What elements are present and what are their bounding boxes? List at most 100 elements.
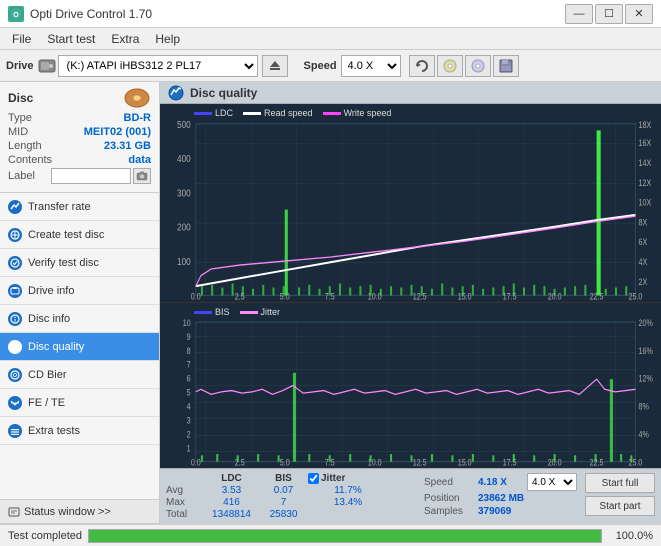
close-button[interactable]: ✕ [625,4,653,24]
stats-panel: LDC BIS Jitter Avg 3.53 0.07 11.7% [160,468,661,524]
avg-bis: 0.07 [261,485,306,496]
disc-image [123,88,151,108]
svg-text:GB: GB [630,301,641,302]
samples-value: 379069 [478,506,538,517]
sidebar-item-verify-test-disc[interactable]: Verify test disc [0,249,159,277]
quality-header-icon [168,85,184,101]
svg-text:14X: 14X [639,158,652,168]
sidebar-item-drive-info[interactable]: Drive info [0,277,159,305]
disc-info-icon [8,312,22,326]
legend-jitter: Jitter [240,307,281,317]
verify-test-disc-label: Verify test disc [28,257,99,269]
bis-header: BIS [261,473,306,484]
position-value: 23862 MB [478,493,538,504]
drive-selector[interactable]: (K:) ATAPI iHBS312 2 PL17 [58,55,258,77]
legend-jitter-color [240,311,258,314]
svg-text:GB: GB [630,467,640,468]
svg-text:200: 200 [177,222,191,234]
svg-text:4%: 4% [639,430,649,440]
drive-toolbar: Drive (K:) ATAPI iHBS312 2 PL17 Speed 4.… [0,50,661,82]
create-test-disc-icon [8,228,22,242]
minimize-button[interactable]: — [565,4,593,24]
max-ldc: 416 [204,497,259,508]
position-row: Position 23862 MB [424,493,577,504]
sidebar-item-fe-te[interactable]: FE / TE [0,389,159,417]
legend-read-text: Read speed [264,108,313,118]
status-window-icon [8,506,20,518]
speed-selector[interactable]: 4.0 X [341,55,401,77]
nav-list: Transfer rate Create test disc Verify te… [0,193,159,445]
total-ldc: 1348814 [204,509,259,520]
maximize-button[interactable]: ☐ [595,4,623,24]
app-icon: O [8,6,24,22]
drive-label: Drive [6,60,34,72]
svg-text:4X: 4X [639,257,648,267]
svg-text:22.5: 22.5 [590,458,604,468]
stats-table: LDC BIS Jitter Avg 3.53 0.07 11.7% [166,473,420,520]
speed-select-stats[interactable]: 4.0 X [527,473,577,491]
camera-button[interactable] [133,168,151,184]
refresh-button[interactable] [409,55,435,77]
cd-bier-icon [8,368,22,382]
start-full-button[interactable]: Start full [585,473,655,493]
svg-text:9: 9 [187,332,191,342]
avg-row: Avg 3.53 0.07 11.7% [166,485,420,496]
save-button[interactable] [493,55,519,77]
sidebar: Disc Type BD-R MID MEIT02 (001) Length 2… [0,82,160,524]
sidebar-item-disc-quality[interactable]: Disc quality [0,333,159,361]
svg-text:1: 1 [187,444,191,454]
legend-ldc: LDC [194,108,233,118]
disc-info-label: Disc info [28,313,70,325]
svg-text:12%: 12% [639,374,653,384]
menu-extra[interactable]: Extra [103,30,147,48]
sidebar-item-create-test-disc[interactable]: Create test disc [0,221,159,249]
label-input[interactable] [51,168,131,184]
sidebar-item-extra-tests[interactable]: Extra tests [0,417,159,445]
svg-text:17.5: 17.5 [503,292,517,302]
max-jitter: 13.4% [308,497,388,508]
svg-text:500: 500 [177,119,191,131]
menu-start-test[interactable]: Start test [39,30,103,48]
start-part-button[interactable]: Start part [585,496,655,516]
svg-text:8: 8 [187,346,191,356]
svg-text:15.0: 15.0 [458,458,472,468]
status-window-button[interactable]: Status window >> [0,500,159,524]
sidebar-item-cd-bier[interactable]: CD Bier [0,361,159,389]
legend-jitter-text: Jitter [261,307,281,317]
drive-icon [38,57,56,75]
avg-ldc: 3.53 [204,485,259,496]
length-label: Length [8,140,42,152]
legend-ldc-color [194,112,212,115]
menu-help[interactable]: Help [147,30,188,48]
max-row: Max 416 7 13.4% [166,497,420,508]
svg-text:15.0: 15.0 [458,292,472,302]
max-label: Max [166,497,202,508]
svg-text:8X: 8X [639,218,648,228]
cd-icon-button[interactable] [437,55,463,77]
sidebar-item-transfer-rate[interactable]: Transfer rate [0,193,159,221]
legend-read-speed: Read speed [243,108,313,118]
extra-tests-label: Extra tests [28,425,80,437]
chart1-legend: LDC Read speed Write speed [190,106,395,120]
sidebar-item-disc-info[interactable]: Disc info [0,305,159,333]
fe-te-label: FE / TE [28,397,65,409]
type-value: BD-R [124,112,152,124]
svg-text:18X: 18X [639,120,652,130]
svg-text:5: 5 [187,388,191,398]
jitter-checkbox[interactable] [308,473,319,484]
speed-row: Speed 4.18 X 4.0 X [424,473,577,491]
svg-text:6: 6 [187,374,191,384]
legend-read-color [243,112,261,115]
start-buttons: Start full Start part [585,473,655,516]
window-title: Opti Drive Control 1.70 [30,7,152,21]
svg-text:16%: 16% [639,346,653,356]
progress-percent: 100.0% [608,530,653,542]
drive-info-label: Drive info [28,285,74,297]
eject-button[interactable] [262,55,288,77]
disc-button[interactable] [465,55,491,77]
svg-text:10: 10 [183,318,191,328]
menu-file[interactable]: File [4,30,39,48]
svg-text:100: 100 [177,256,191,268]
speed-stat-value: 4.18 X [478,477,523,488]
extra-tests-icon [8,424,22,438]
